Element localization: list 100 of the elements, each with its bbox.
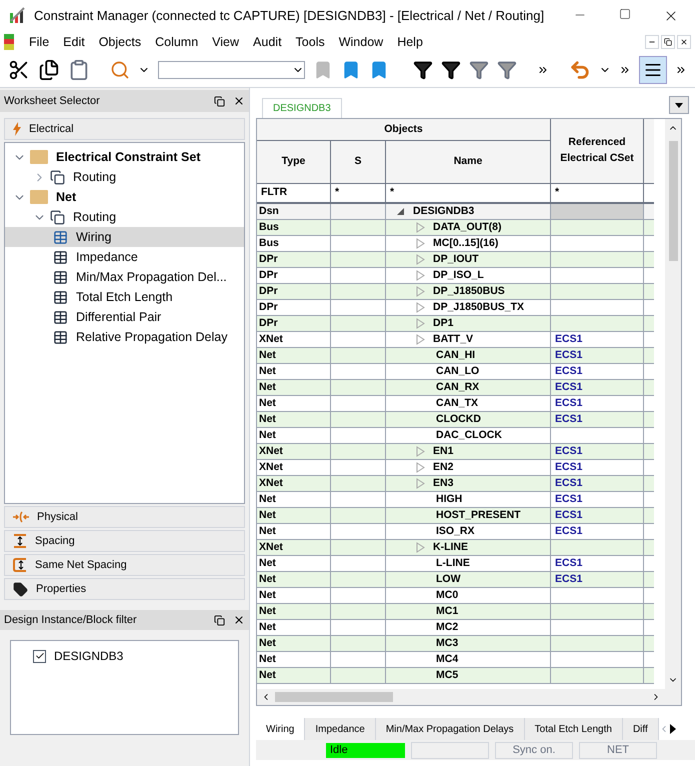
table-cell: Bus (257, 236, 331, 252)
scrollbar-thumb[interactable] (668, 141, 678, 261)
minimize-icon[interactable] (645, 35, 659, 49)
table-cell: Net (257, 348, 331, 364)
table-cell: ECS1 (551, 524, 644, 540)
table-cell: ECS1 (551, 572, 644, 588)
tag-icon (13, 582, 28, 596)
table-cell (644, 540, 654, 556)
table-cell: Net (257, 508, 331, 524)
worksheet-item[interactable]: Min/Max Propagation Del... (5, 267, 244, 287)
table-cell-text: MC1 (436, 604, 458, 619)
column-header[interactable]: Name (386, 141, 551, 184)
table-icon (53, 290, 68, 304)
table-cell-text: DP_IOUT (433, 252, 479, 267)
tree-item-label[interactable]: Routing (73, 208, 116, 226)
table-cell (644, 348, 654, 364)
table-cell (644, 444, 654, 460)
copy-icon[interactable] (38, 58, 60, 80)
domain-button[interactable]: Electrical (4, 118, 245, 140)
list-view-icon[interactable] (639, 56, 667, 84)
worksheet-item[interactable]: Wiring (5, 227, 244, 247)
domain-button[interactable]: Same Net Spacing (4, 554, 245, 576)
filter-warning-icon[interactable] (469, 60, 490, 80)
menu-item[interactable]: Window (332, 32, 390, 52)
table-cell-text: MC4 (436, 652, 458, 667)
close-icon[interactable] (233, 95, 245, 107)
filter-icon[interactable] (441, 60, 462, 80)
design-tab[interactable]: DESIGNDB3 (262, 98, 342, 118)
expanded-triangle-icon[interactable] (396, 207, 405, 216)
cut-icon[interactable] (8, 58, 30, 80)
checkbox[interactable] (33, 650, 46, 662)
table-cell (644, 316, 654, 332)
float-icon[interactable] (214, 96, 225, 106)
domain-button[interactable]: Physical (4, 506, 245, 528)
table-cell: Net (257, 380, 331, 396)
worksheet-item[interactable]: Impedance (5, 247, 244, 267)
same-net-spacing-icon (13, 558, 27, 572)
dropdown-button[interactable] (669, 96, 689, 114)
table-cell: Net (257, 492, 331, 508)
table-cell-text: DESIGNDB3 (413, 204, 474, 219)
menu-item[interactable]: Objects (92, 32, 148, 52)
table-cell-text: CAN_LO (436, 364, 480, 379)
scroll-right-icon[interactable] (668, 724, 677, 734)
sheet-tab[interactable]: Impedance (305, 718, 376, 740)
table-cell: ECS1 (551, 492, 644, 508)
filter-icon[interactable] (413, 60, 434, 80)
table-icon (53, 310, 68, 324)
tree-item-label[interactable]: Electrical Constraint Set (56, 148, 200, 166)
table-cell-text: CAN_RX (436, 380, 480, 395)
table-cell: Net (257, 652, 331, 668)
panel-title: Worksheet Selector (4, 94, 100, 109)
scrollbar-thumb[interactable] (275, 692, 393, 702)
table-cell: ECS1 (551, 556, 644, 572)
sheet-tab[interactable]: Min/Max Propagation Delays (376, 718, 525, 740)
restore-icon[interactable] (661, 35, 675, 49)
tree-item-label[interactable]: Net (56, 188, 76, 206)
paste-icon[interactable] (68, 58, 90, 80)
search-icon[interactable] (110, 60, 130, 80)
menu-item[interactable]: Tools (288, 32, 332, 52)
maximize-icon[interactable] (619, 8, 631, 20)
undo-icon[interactable] (569, 58, 592, 80)
table-cell-text: CLOCKD (436, 412, 481, 427)
menu-item[interactable]: Edit (56, 32, 92, 52)
table-cell-text: DP_J1850BUS_TX (433, 300, 524, 315)
dropdown-caret-icon (675, 102, 683, 108)
column-header[interactable]: S (331, 141, 386, 184)
table-cell (644, 636, 654, 652)
float-icon[interactable] (214, 614, 225, 626)
worksheet-item[interactable]: Total Etch Length (5, 287, 244, 307)
search-combo-field[interactable] (158, 60, 306, 78)
lightning-icon (13, 122, 21, 136)
domain-button[interactable]: Spacing (4, 530, 245, 552)
menu-item[interactable]: View (205, 32, 246, 52)
table-cell: ECS1 (551, 348, 644, 364)
menu-item[interactable]: Audit (246, 32, 289, 52)
table-cell: ECS1 (551, 332, 644, 348)
status-field: Sync on. (495, 742, 573, 758)
sheet-tab[interactable]: Total Etch Length (524, 718, 623, 740)
sheet-tab[interactable]: Diff (622, 718, 659, 740)
close-icon[interactable] (233, 614, 245, 626)
checkbox-label: DESIGNDB3 (54, 648, 124, 665)
vertical-scrollbar[interactable] (665, 119, 681, 689)
table-cell-text: BATT_V (433, 332, 474, 347)
table-cell: Bus (257, 220, 331, 236)
column-group-header: Objects (257, 119, 551, 141)
tree-item-label[interactable]: Routing (73, 168, 116, 186)
menu-item[interactable]: Column (148, 32, 206, 52)
worksheet-item[interactable]: Differential Pair (5, 307, 244, 327)
menu-item[interactable]: File (22, 32, 56, 52)
column-header[interactable]: Type (257, 141, 331, 184)
domain-button[interactable]: Properties (4, 578, 245, 600)
horizontal-scrollbar[interactable] (257, 689, 681, 705)
table-cell: ECS1 (551, 364, 644, 380)
table-cell-text: LOW (436, 572, 460, 587)
table-cell (644, 204, 654, 220)
table-cell: ECS1 (551, 476, 644, 492)
menu-item[interactable]: Help (390, 32, 430, 52)
table-cell-text: CAN_HI (436, 348, 476, 363)
column-header[interactable]: Referenced Electrical CSet (551, 119, 644, 184)
worksheet-item[interactable]: Relative Propagation Delay (5, 327, 244, 347)
